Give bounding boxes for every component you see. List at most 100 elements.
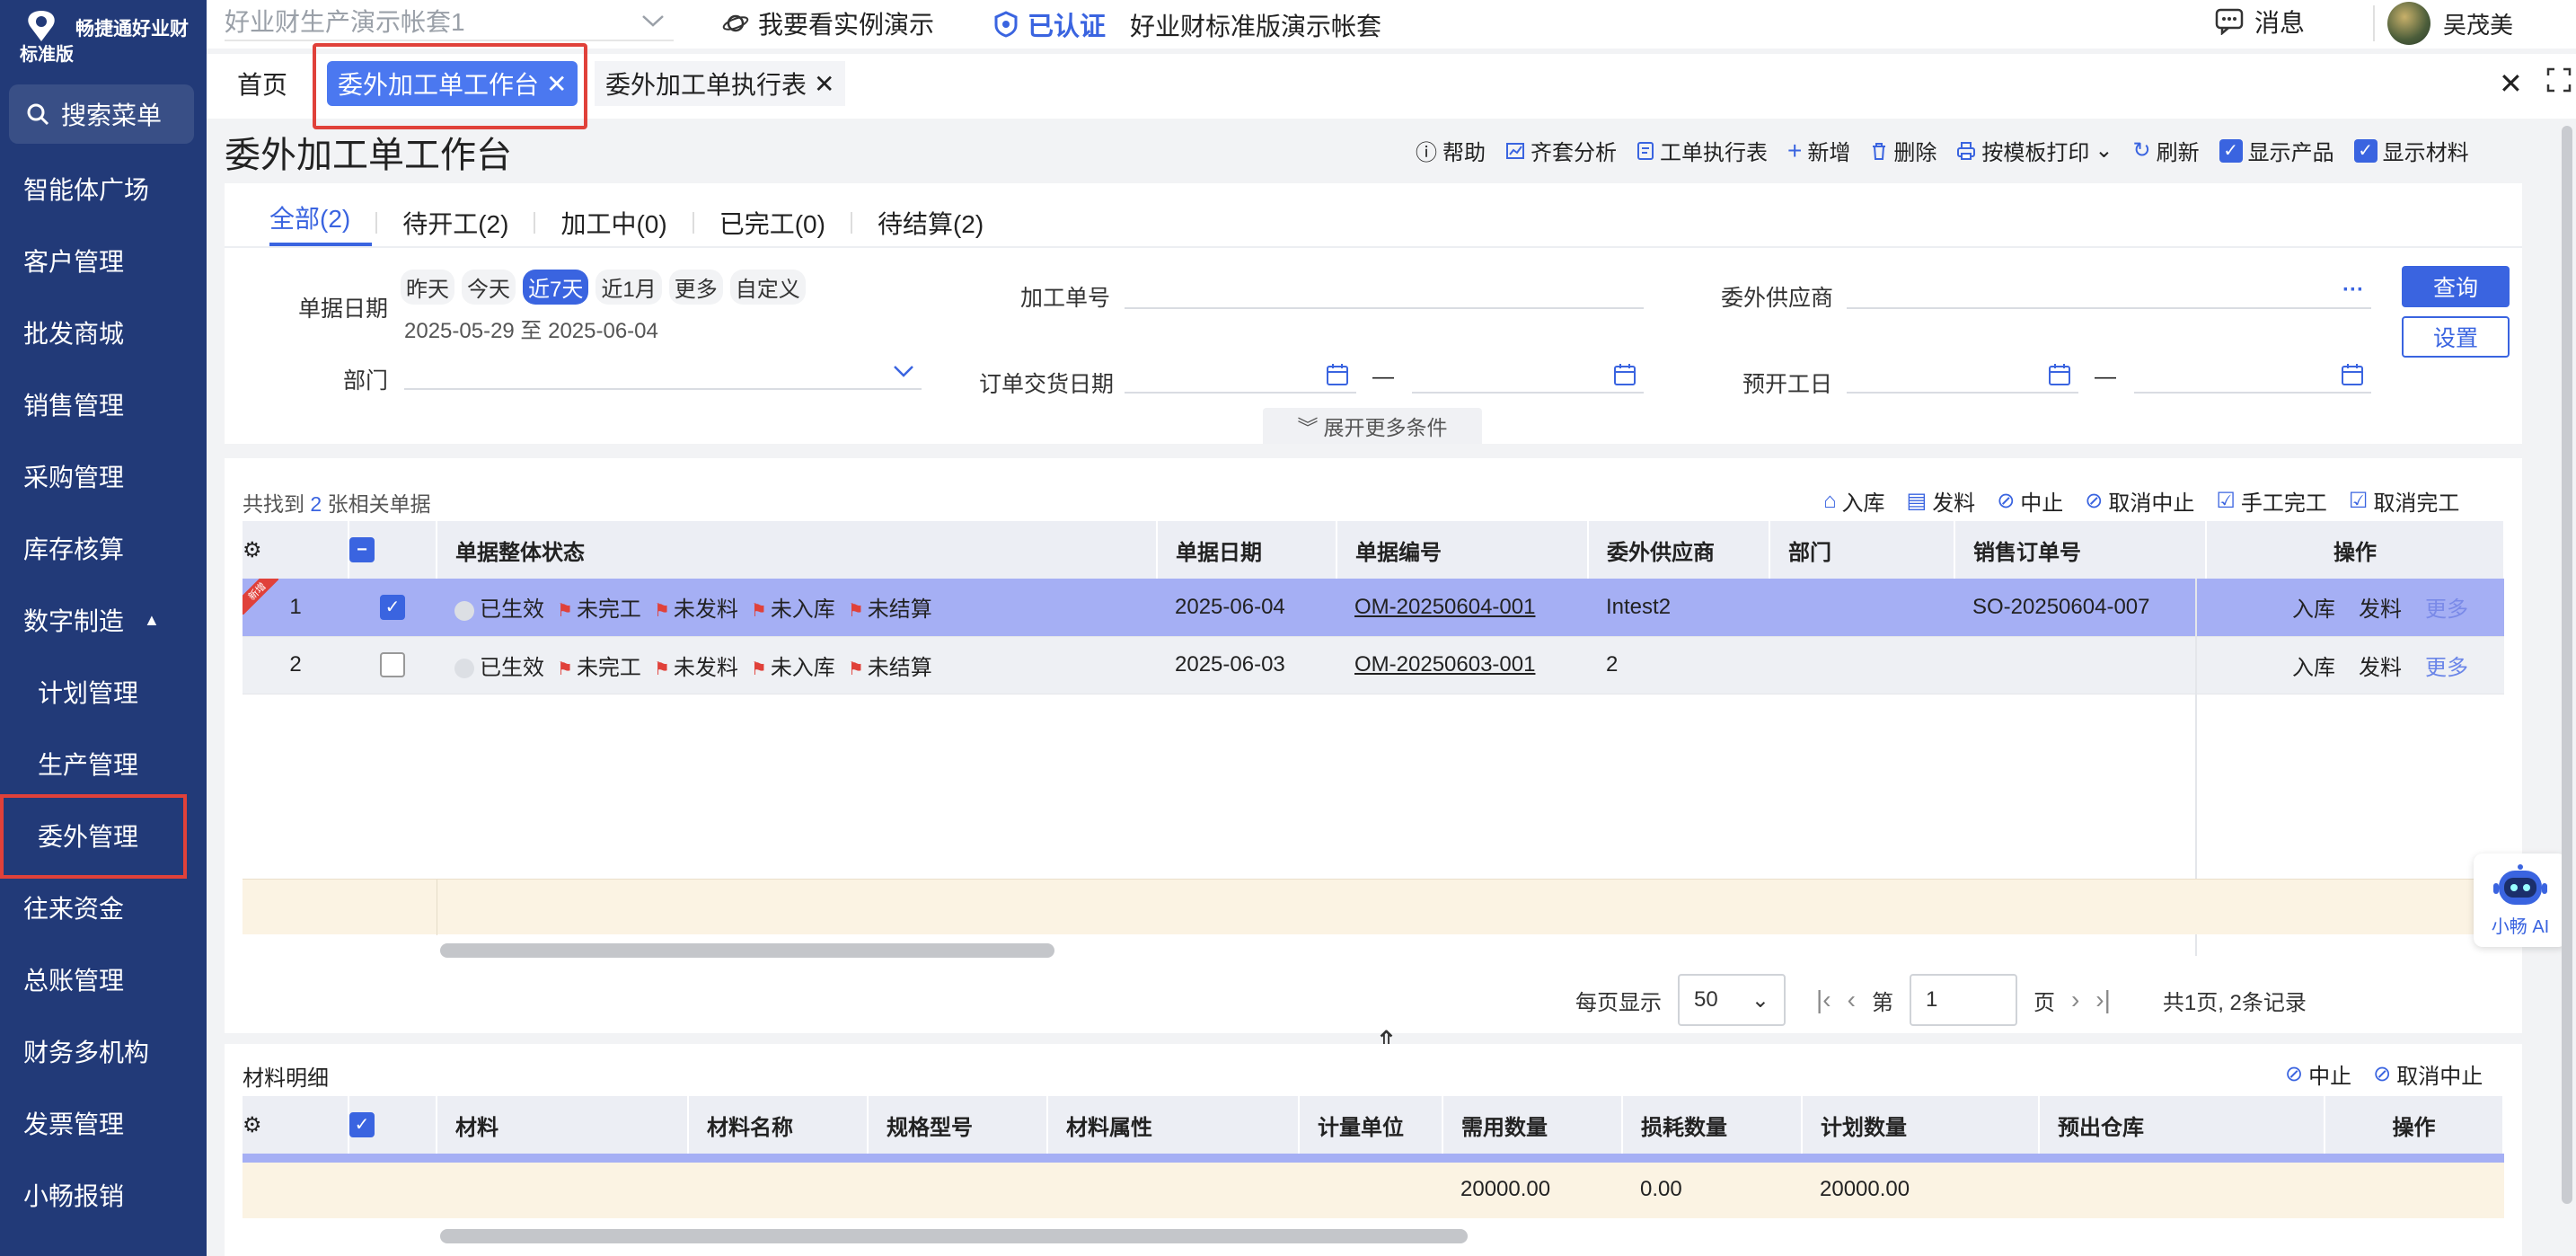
search-menu-button[interactable]: 搜索菜单: [9, 84, 194, 144]
sidebar-item-digital-manufacturing[interactable]: 数字制造 ▲: [0, 586, 207, 654]
fullscreen-icon[interactable]: [2545, 66, 2572, 93]
row-checkbox[interactable]: ✓: [348, 579, 437, 637]
show-material-checkbox[interactable]: ✓ 显示材料: [2353, 135, 2469, 166]
order-code-link[interactable]: OM-20250603-001: [1354, 652, 1535, 677]
expand-more-conditions-button[interactable]: ︾ 展开更多条件: [1263, 408, 1482, 444]
close-icon[interactable]: ✕: [814, 69, 834, 99]
sidebar-item-wholesale[interactable]: 批发商城: [0, 298, 207, 367]
col-header[interactable]: 损耗数量: [1622, 1096, 1803, 1154]
sidebar-item-planning[interactable]: 计划管理: [0, 658, 207, 726]
col-header[interactable]: 委外供应商: [1588, 521, 1770, 579]
planned-start-end[interactable]: [2134, 358, 2371, 394]
sidebar-item-expenses[interactable]: 小畅报销: [0, 1161, 207, 1229]
select-all-checkbox[interactable]: −: [348, 521, 437, 579]
delivery-date-start[interactable]: [1125, 358, 1356, 394]
sidebar-item-multi-org[interactable]: 财务多机构: [0, 1017, 207, 1085]
add-button[interactable]: + 新增: [1787, 135, 1850, 166]
exec-table-button[interactable]: 工单执行表: [1636, 135, 1768, 166]
row-more-link[interactable]: 更多: [2425, 597, 2468, 622]
user-menu[interactable]: 吴茂美: [2373, 2, 2513, 45]
cancel-complete-button[interactable]: ☑ 取消完工: [2349, 485, 2460, 517]
col-header[interactable]: 材料属性: [1047, 1096, 1300, 1154]
delivery-date-end[interactable]: [1412, 358, 1644, 394]
show-product-checkbox[interactable]: ✓ 显示产品: [2219, 135, 2334, 166]
row-issue-link[interactable]: 发料: [2359, 656, 2402, 680]
prev-page-icon[interactable]: ‹: [1848, 986, 1856, 1014]
status-tab-pending[interactable]: 待开工(2): [402, 205, 530, 241]
query-button[interactable]: 查询: [2402, 266, 2510, 307]
status-tab-processing[interactable]: 加工中(0): [560, 205, 688, 241]
ellipsis-icon[interactable]: ···: [2342, 278, 2364, 303]
row-checkbox[interactable]: [348, 636, 437, 694]
date-chip-yesterday[interactable]: 昨天: [401, 270, 454, 305]
settings-button[interactable]: 设置: [2402, 316, 2510, 358]
col-header[interactable]: 需用数量: [1442, 1096, 1623, 1154]
row-stock-in-link[interactable]: 入库: [2292, 656, 2335, 680]
col-header[interactable]: 预出仓库: [2039, 1096, 2325, 1154]
row-issue-link[interactable]: 发料: [2359, 597, 2402, 622]
order-code-link[interactable]: OM-20250604-001: [1354, 595, 1535, 619]
table-row[interactable]: 2 已生效 ⚑ 未完工 ⚑ 未发料 ⚑ 未入库 ⚑ 未结算 2025-06-03 OM-2025…: [243, 636, 2504, 694]
stock-in-button[interactable]: ⌂ 入库: [1823, 485, 1885, 517]
certified-badge[interactable]: 已认证: [993, 5, 1106, 43]
suspend-button[interactable]: ⊘ 中止: [1997, 485, 2063, 517]
sidebar-item-purchasing[interactable]: 采购管理: [0, 442, 207, 510]
first-page-icon[interactable]: |‹: [1816, 986, 1831, 1014]
row-more-link[interactable]: 更多: [2425, 656, 2468, 680]
col-header[interactable]: 部门: [1769, 521, 1955, 579]
tab-outsourcing-exec-table[interactable]: 委外加工单执行表 ✕: [595, 61, 846, 106]
sidebar-item-general-ledger[interactable]: 总账管理: [0, 945, 207, 1013]
date-chip-custom[interactable]: 自定义: [729, 270, 806, 305]
horizontal-scrollbar[interactable]: [440, 1229, 1468, 1243]
table-row[interactable]: 新增 1 ✓ 已生效 ⚑ 未完工 ⚑ 未发料 ⚑ 未入库 ⚑ 未结算 2025-06-04 OM-…: [243, 579, 2504, 637]
col-header[interactable]: 单据日期: [1157, 521, 1337, 579]
row-stock-in-link[interactable]: 入库: [2292, 597, 2335, 622]
column-settings[interactable]: ⚙: [243, 1096, 349, 1154]
ai-assistant-button[interactable]: 小畅 AI: [2474, 854, 2567, 947]
sidebar-item-production[interactable]: 生产管理: [0, 730, 207, 798]
refresh-button[interactable]: ↻ 刷新: [2132, 135, 2199, 166]
cancel-suspend-button[interactable]: ⊘ 取消中止: [2085, 485, 2194, 517]
col-header[interactable]: 销售订单号: [1954, 521, 2207, 579]
sidebar-item-invoices[interactable]: 发票管理: [0, 1089, 207, 1157]
status-tab-all[interactable]: 全部(2): [269, 199, 373, 246]
app-logo[interactable]: 畅捷通好业财 标准版: [18, 4, 198, 65]
delete-button[interactable]: 删除: [1870, 135, 1936, 166]
date-chip-more[interactable]: 更多: [668, 270, 723, 305]
col-header[interactable]: 计量单位: [1299, 1096, 1443, 1154]
print-template-button[interactable]: 按模板打印 ⌄: [1956, 135, 2113, 166]
issue-material-button[interactable]: ▤ 发料: [1907, 485, 1976, 517]
order-no-input[interactable]: [1125, 273, 1644, 309]
page-scrollbar[interactable]: [2562, 126, 2572, 1204]
gear-icon[interactable]: ⚙: [243, 1113, 262, 1137]
close-all-tabs-icon[interactable]: ✕: [2499, 66, 2523, 101]
planned-start-begin[interactable]: [1847, 358, 2078, 394]
col-header[interactable]: 计划数量: [1802, 1096, 2040, 1154]
material-cancel-suspend-button[interactable]: ⊘ 取消中止: [2373, 1058, 2483, 1090]
select-all-checkbox[interactable]: ✓: [348, 1096, 437, 1154]
status-tab-completed[interactable]: 已完工(0): [719, 205, 847, 241]
manual-complete-button[interactable]: ☑ 手工完工: [2216, 485, 2327, 517]
date-chip-7days[interactable]: 近7天: [523, 270, 589, 305]
col-header[interactable]: 单据编号: [1337, 521, 1589, 579]
last-page-icon[interactable]: ›|: [2095, 986, 2111, 1014]
date-chip-1month[interactable]: 近1月: [595, 270, 662, 305]
messages-button[interactable]: 消息: [2215, 4, 2305, 40]
material-suspend-button[interactable]: ⊘ 中止: [2285, 1058, 2351, 1090]
page-number-input[interactable]: 1: [1909, 974, 2017, 1026]
kit-analysis-button[interactable]: 齐套分析: [1505, 135, 1617, 166]
demo-link[interactable]: 我要看实例演示: [722, 5, 934, 41]
help-button[interactable]: ⓘ 帮助: [1416, 135, 1486, 166]
date-range-value[interactable]: 2025-05-29 至 2025-06-04: [404, 313, 658, 344]
supplier-input[interactable]: ···: [1847, 273, 2371, 309]
sidebar-item-sales[interactable]: 销售管理: [0, 370, 207, 438]
tab-home[interactable]: 首页: [226, 61, 298, 106]
column-settings[interactable]: ⚙: [243, 521, 349, 579]
status-tab-to-settle[interactable]: 待结算(2): [878, 205, 1005, 241]
gear-icon[interactable]: ⚙: [243, 538, 262, 562]
col-header[interactable]: 规格型号: [868, 1096, 1048, 1154]
horizontal-scrollbar[interactable]: [440, 943, 1054, 958]
sidebar-item-funds[interactable]: 往来资金: [0, 873, 207, 942]
sidebar-item-customers[interactable]: 客户管理: [0, 226, 207, 295]
account-select[interactable]: 好业财生产演示帐套1: [225, 2, 674, 41]
